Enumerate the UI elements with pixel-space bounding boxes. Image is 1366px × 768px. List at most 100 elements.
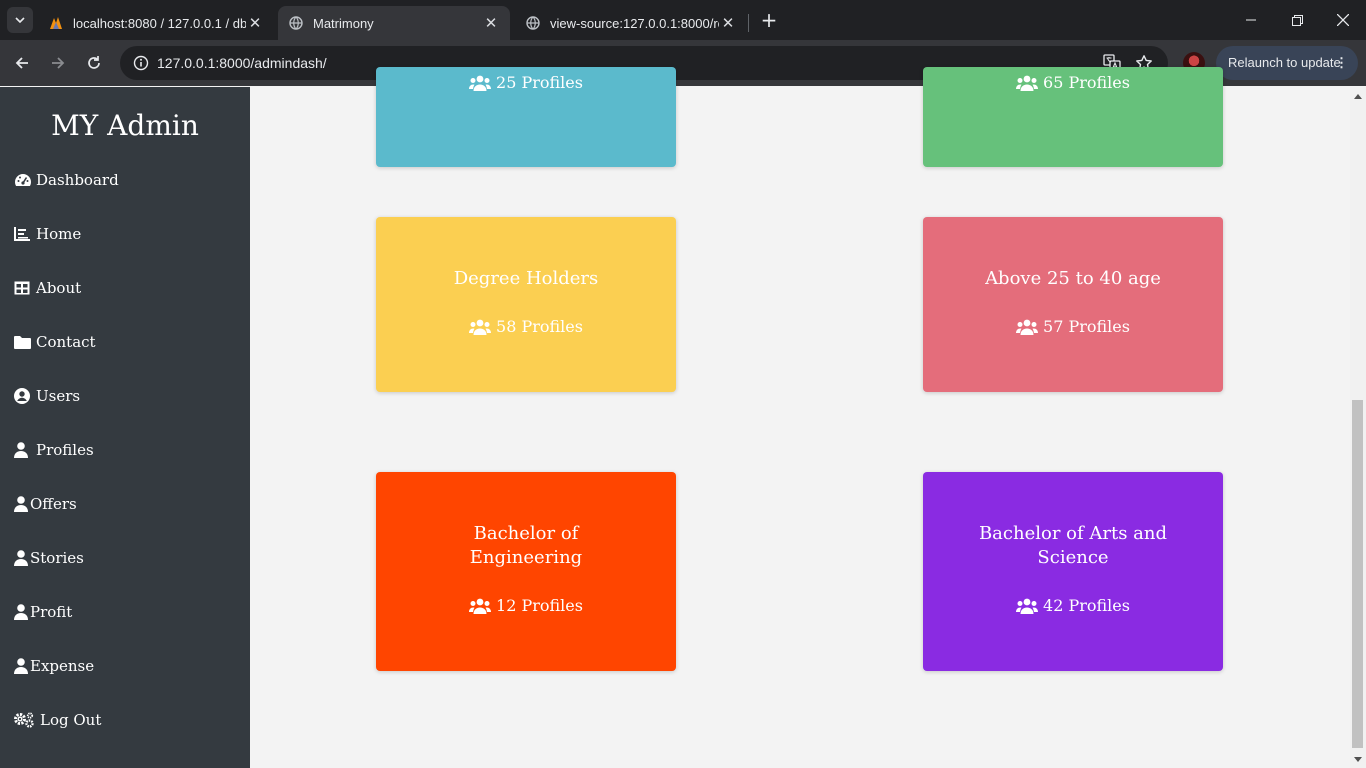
sidebar-item-label: Expense [30, 657, 95, 675]
sidebar-item-label: Users [36, 387, 81, 405]
minimize-button[interactable] [1228, 0, 1274, 40]
scrollbar-thumb[interactable] [1352, 400, 1363, 748]
profile-stat-card[interactable]: 25 Profiles [376, 67, 676, 167]
profile-count: 65 Profiles [923, 73, 1223, 92]
tab-title: view-source:127.0.0.1:8000/read [550, 15, 719, 31]
phpmyadmin-logo-icon [48, 15, 64, 31]
page-scrollbar[interactable] [1350, 87, 1366, 768]
more-menu-icon[interactable]: ⋮ [1335, 46, 1348, 80]
sidebar-item-dashboard[interactable]: Dashboard [14, 165, 119, 195]
sidebar-item-label: Stories [30, 549, 84, 567]
sidebar-item-label: Home [36, 225, 82, 243]
new-tab-button[interactable]: + [758, 8, 780, 32]
profile-count-text: 25 Profiles [496, 73, 583, 92]
reload-button[interactable] [80, 49, 108, 77]
scroll-up-icon[interactable] [1350, 89, 1366, 103]
bachelor-engineering-card[interactable]: Bachelor of Engineering 12 Profiles [376, 472, 676, 671]
sidebar-item-label: Dashboard [36, 171, 119, 189]
table-icon [14, 280, 34, 296]
admin-sidebar: MY Admin Dashboard Home About Contact Us… [0, 87, 250, 768]
users-icon [469, 598, 492, 614]
sidebar-item-label: Offers [30, 495, 77, 513]
sidebar-item-label: Profit [30, 603, 73, 621]
sidebar-item-about[interactable]: About [14, 273, 81, 303]
user-icon [14, 604, 30, 620]
close-window-button[interactable] [1320, 0, 1366, 40]
chevron-down-icon [15, 17, 25, 23]
close-icon [1337, 14, 1349, 26]
tab-phpmyadmin[interactable]: localhost:8080 / 127.0.0.1 / db / ✕ [38, 6, 274, 40]
reload-icon [88, 56, 100, 69]
tab-title: localhost:8080 / 127.0.0.1 / db / [73, 15, 246, 31]
users-icon [1016, 319, 1039, 335]
folder-icon [14, 334, 34, 350]
profile-count: 25 Profiles [376, 73, 676, 92]
profile-count-text: 65 Profiles [1043, 73, 1130, 92]
users-icon [469, 319, 492, 335]
globe-icon [288, 15, 304, 31]
profile-count-text: 12 Profiles [496, 596, 583, 615]
sidebar-item-label: Contact [36, 333, 96, 351]
browser-tab-strip: localhost:8080 / 127.0.0.1 / db / ✕ Matr… [0, 0, 1366, 40]
tab-matrimony[interactable]: Matrimony ✕ [278, 6, 510, 40]
back-button[interactable] [8, 49, 36, 77]
sidebar-item-logout[interactable]: Log Out [14, 705, 101, 735]
user-icon [14, 658, 30, 674]
card-title: Above 25 to 40 age [985, 268, 1161, 289]
restore-button[interactable] [1274, 0, 1320, 40]
sidebar-item-label: Log Out [40, 711, 102, 729]
degree-holders-card[interactable]: Degree Holders 58 Profiles [376, 217, 676, 392]
sidebar-item-profit[interactable]: Profit [14, 597, 72, 627]
bachelor-arts-science-card[interactable]: Bachelor of Arts and Science 42 Profiles [923, 472, 1223, 671]
profile-count-text: 42 Profiles [1043, 596, 1130, 615]
forward-button[interactable] [44, 49, 72, 77]
sidebar-item-expense[interactable]: Expense [14, 651, 94, 681]
globe-icon [525, 15, 541, 31]
profile-count: 42 Profiles [923, 596, 1223, 615]
tab-divider [748, 14, 749, 32]
arrow-left-icon [15, 57, 28, 69]
profile-count: 12 Profiles [376, 596, 676, 615]
card-title: Bachelor of Arts and Science [978, 523, 1168, 568]
profile-count-text: 58 Profiles [496, 317, 583, 336]
users-icon [1016, 75, 1039, 91]
site-info-icon[interactable] [128, 50, 154, 76]
relaunch-to-update-button[interactable]: Relaunch to update ⋮ [1216, 46, 1358, 80]
sidebar-item-label: About [36, 279, 82, 297]
gauge-icon [14, 172, 34, 188]
chart-icon [14, 226, 34, 242]
age-range-card[interactable]: Above 25 to 40 age 57 Profiles [923, 217, 1223, 392]
profile-count-text: 57 Profiles [1043, 317, 1130, 336]
sidebar-item-offers[interactable]: Offers [14, 489, 77, 519]
restore-icon [1291, 14, 1303, 26]
sidebar-item-contact[interactable]: Contact [14, 327, 96, 357]
user-icon [14, 550, 30, 566]
user-circle-icon [14, 388, 34, 404]
sidebar-item-users[interactable]: Users [14, 381, 80, 411]
relaunch-label: Relaunch to update [1228, 55, 1341, 70]
close-icon[interactable]: ✕ [246, 14, 264, 32]
sidebar-item-label: Profiles [36, 441, 94, 459]
user-icon [14, 442, 34, 458]
arrow-right-icon [52, 57, 65, 69]
brand-title: MY Admin [51, 109, 199, 142]
scroll-down-icon[interactable] [1350, 752, 1366, 766]
users-icon [469, 75, 492, 91]
users-icon [1016, 598, 1039, 614]
card-title: Bachelor of Engineering [469, 523, 583, 568]
tab-view-source[interactable]: view-source:127.0.0.1:8000/read ✕ [515, 6, 747, 40]
card-title: Degree Holders [453, 268, 599, 289]
close-icon[interactable]: ✕ [482, 14, 500, 32]
tab-search-button[interactable] [7, 7, 33, 33]
sidebar-item-stories[interactable]: Stories [14, 543, 84, 573]
sidebar-item-home[interactable]: Home [14, 219, 81, 249]
profile-count: 58 Profiles [376, 317, 676, 336]
sidebar-item-profiles[interactable]: Profiles [14, 435, 94, 465]
user-icon [14, 496, 30, 512]
tab-title: Matrimony [313, 15, 374, 31]
minimize-icon [1246, 19, 1256, 21]
close-icon[interactable]: ✕ [719, 14, 737, 32]
url-text[interactable]: 127.0.0.1:8000/admindash/ [157, 46, 327, 80]
profile-stat-card[interactable]: 65 Profiles [923, 67, 1223, 167]
gears-icon [14, 712, 38, 728]
